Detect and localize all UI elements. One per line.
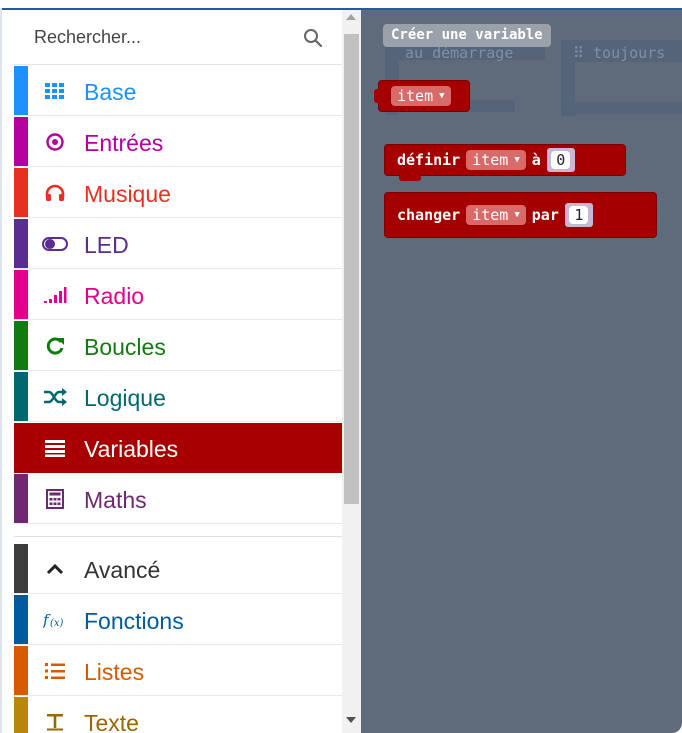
- set-variable-block[interactable]: définir item ▼ à 0: [384, 144, 626, 181]
- value-socket: 1: [564, 199, 593, 231]
- blocks-flyout: au démarrage ⠿ toujours: [361, 10, 682, 733]
- category-label-boucles: Boucles: [84, 334, 166, 360]
- variable-dropdown[interactable]: item ▼: [466, 205, 526, 225]
- category-musique[interactable]: Musique: [14, 168, 342, 218]
- category-listes[interactable]: Listes: [14, 646, 342, 696]
- variable-dropdown[interactable]: item ▼: [391, 86, 451, 106]
- category-stripe: [14, 168, 28, 217]
- scroll-up-arrow[interactable]: [346, 14, 356, 20]
- category-stripe: [14, 321, 28, 370]
- category-maths[interactable]: Maths: [14, 474, 342, 524]
- refresh-icon: [42, 333, 68, 359]
- category-label-logique: Logique: [84, 385, 166, 411]
- by-label: par: [531, 206, 559, 224]
- dropdown-arrow-icon: ▼: [514, 155, 520, 165]
- number-slot: 0: [546, 148, 575, 172]
- scroll-down-arrow[interactable]: [346, 717, 356, 723]
- category-stripe: [14, 66, 28, 115]
- ghost-text-forever: ⠿ toujours: [573, 44, 665, 62]
- function-icon: f (x): [42, 607, 68, 633]
- set-label: définir: [397, 151, 461, 169]
- category-avance[interactable]: Avancé: [14, 544, 342, 594]
- category-fonctions[interactable]: f (x) Fonctions: [14, 595, 342, 645]
- calculator-icon: [42, 486, 68, 512]
- lines-icon: [42, 435, 68, 461]
- scrollbar-thumb[interactable]: [344, 34, 359, 504]
- category-stripe: [14, 697, 28, 733]
- category-stripe: [14, 595, 28, 644]
- chevron-up-icon: [42, 556, 68, 582]
- category-label-variables: Variables: [84, 436, 179, 462]
- change-label: changer: [397, 206, 461, 224]
- dropdown-arrow-icon: ▼: [514, 210, 520, 220]
- category-label-base: Base: [84, 79, 137, 105]
- search-box: [14, 10, 342, 65]
- variable-name: item: [397, 87, 434, 105]
- text-icon: [42, 709, 68, 733]
- category-stripe: [14, 646, 28, 695]
- category-stripe: [14, 117, 28, 166]
- category-label-musique: Musique: [84, 181, 171, 207]
- svg-text:(x): (x): [50, 618, 64, 629]
- category-stripe: [14, 474, 28, 523]
- category-stripe: [14, 219, 28, 268]
- list-icon: [42, 658, 68, 684]
- variable-dropdown[interactable]: item ▼: [466, 150, 526, 170]
- toolbox: Base Entrées Musique LED: [2, 10, 342, 733]
- value-input[interactable]: 1: [569, 206, 589, 224]
- create-variable-button[interactable]: Créer une variable: [383, 24, 551, 47]
- category-led[interactable]: LED: [14, 219, 342, 269]
- value-input[interactable]: 0: [551, 151, 571, 169]
- toggle-icon: [42, 231, 68, 257]
- category-radio[interactable]: Radio: [14, 270, 342, 320]
- search-input[interactable]: [14, 10, 294, 64]
- category-entrees[interactable]: Entrées: [14, 117, 342, 167]
- category-label-led: LED: [84, 232, 129, 258]
- ghost-forever-label: toujours: [593, 44, 666, 62]
- signal-bars-icon: [42, 282, 68, 308]
- to-label: à: [531, 151, 541, 169]
- value-socket: 0: [546, 144, 575, 176]
- category-label-maths: Maths: [84, 487, 147, 513]
- dropdown-arrow-icon: ▼: [439, 91, 445, 101]
- variable-name: item: [472, 206, 509, 224]
- category-logique[interactable]: Logique: [14, 372, 342, 422]
- category-stripe: [14, 544, 28, 593]
- category-label-radio: Radio: [84, 283, 145, 309]
- ghost-grid-icon: ⠿: [573, 44, 594, 62]
- headphones-icon: [42, 180, 68, 206]
- category-stripe: [14, 372, 28, 421]
- category-boucles[interactable]: Boucles: [14, 321, 342, 371]
- category-label-listes: Listes: [84, 659, 145, 685]
- category-stripe: [14, 270, 28, 319]
- ghost-block-forever-foot: [561, 102, 682, 114]
- block-notch: [374, 89, 382, 103]
- category-label-avance: Avancé: [84, 557, 161, 583]
- category-base[interactable]: Base: [14, 66, 342, 116]
- change-variable-block[interactable]: changer item ▼ par 1: [384, 192, 657, 238]
- makecode-editor: Base Entrées Musique LED: [0, 0, 682, 733]
- block-tab: [399, 175, 421, 181]
- shuffle-icon: [42, 384, 68, 410]
- category-label-texte: Texte: [84, 710, 139, 733]
- target-icon: [42, 129, 68, 155]
- category-label-entrees: Entrées: [84, 130, 164, 156]
- grid-icon: [42, 78, 68, 104]
- variable-name: item: [472, 151, 509, 169]
- search-icon[interactable]: [302, 27, 324, 49]
- toolbox-separator: [14, 536, 342, 544]
- category-variables[interactable]: Variables: [14, 423, 342, 473]
- number-slot: 1: [564, 203, 593, 227]
- category-label-fonctions: Fonctions: [84, 608, 184, 634]
- category-texte[interactable]: Texte: [14, 697, 342, 733]
- variable-item-block[interactable]: item ▼: [374, 80, 470, 112]
- category-stripe: [14, 423, 28, 472]
